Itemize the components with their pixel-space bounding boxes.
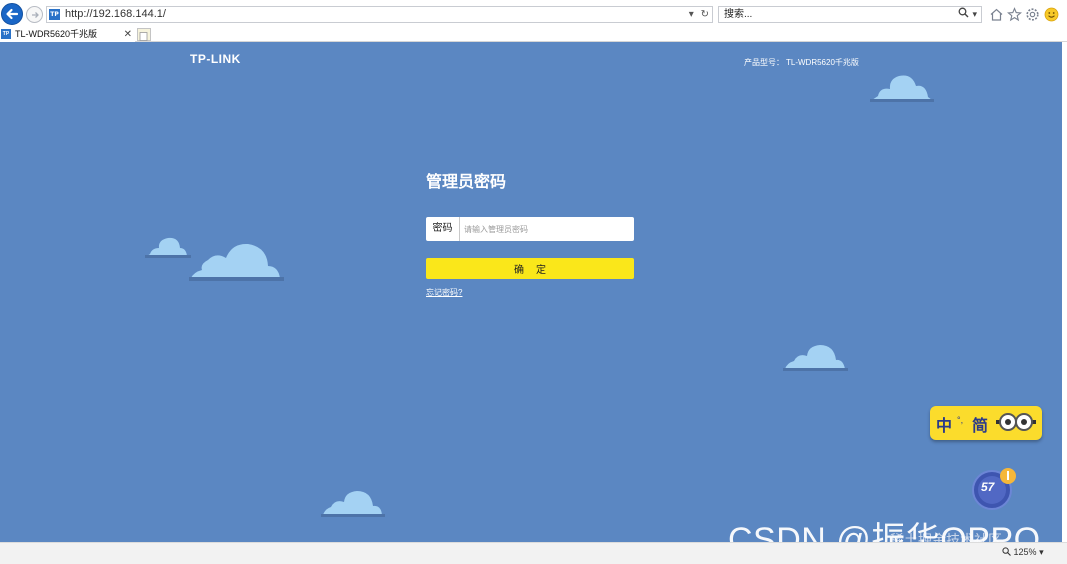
home-icon xyxy=(990,8,1003,21)
site-favicon-icon: TP xyxy=(49,9,60,20)
feedback-button[interactable] xyxy=(1043,6,1060,23)
url-text[interactable]: http://192.168.144.1/ xyxy=(65,7,166,22)
arrow-left-icon xyxy=(6,8,19,20)
ime-toolbar[interactable]: 中 °, 简 xyxy=(930,406,1042,440)
cloud-icon xyxy=(189,243,284,281)
refresh-icon[interactable]: ↻ xyxy=(701,9,709,20)
browser-toolbar: TP http://192.168.144.1/ ▾ ↻ 搜索... ▾ xyxy=(0,0,1067,28)
zoom-control[interactable]: 125% ▾ xyxy=(1002,547,1044,558)
csdn-watermark: CSDN @振华OPPO xyxy=(728,521,1041,542)
tab-close-icon[interactable]: ✕ xyxy=(124,28,132,41)
new-tab-icon xyxy=(139,32,148,41)
search-icon[interactable] xyxy=(958,7,969,18)
search-dropdown-icon[interactable]: ▾ xyxy=(972,9,977,19)
cloud-icon xyxy=(870,75,934,102)
page-title: 管理员密码 xyxy=(426,174,507,191)
new-tab-button[interactable] xyxy=(137,28,151,41)
password-label: 密码 xyxy=(426,217,460,241)
search-input[interactable]: 搜索... xyxy=(724,7,752,22)
home-button[interactable] xyxy=(988,6,1005,23)
speed-ball-icon xyxy=(972,468,1016,510)
address-bar[interactable]: TP http://192.168.144.1/ ▾ ↻ xyxy=(46,6,713,23)
smiley-icon xyxy=(1044,7,1059,22)
tab-favicon-icon: TP xyxy=(1,29,11,39)
tplink-logo: TP-LINK xyxy=(190,52,241,66)
search-controls[interactable]: ▾ xyxy=(958,7,977,22)
cloud-icon xyxy=(145,237,191,258)
confirm-button[interactable]: 确定 xyxy=(426,258,634,279)
ime-mascot-icon[interactable] xyxy=(996,411,1036,433)
status-bar: 125% ▾ xyxy=(0,542,1067,564)
router-login-page: TP-LINK 产品型号： TL-WDR5620千兆版 管理员密码 密码 确定 忘… xyxy=(0,42,1062,542)
zoom-dropdown-icon[interactable]: ▾ xyxy=(1039,547,1044,557)
tab-title: TL-WDR5620千兆版 xyxy=(15,29,98,39)
tab-router[interactable]: TP TL-WDR5620千兆版 ✕ xyxy=(0,28,135,42)
search-box[interactable]: 搜索... ▾ xyxy=(718,6,982,23)
ime-chinese-toggle[interactable]: 中 xyxy=(936,412,952,436)
login-form: 管理员密码 密码 确定 忘记密码? xyxy=(426,172,634,297)
gear-icon xyxy=(1026,8,1039,21)
forward-button[interactable] xyxy=(26,6,43,23)
back-button[interactable] xyxy=(1,3,23,25)
network-speed-widget[interactable]: 57 xyxy=(972,466,1018,512)
cloud-icon xyxy=(783,345,848,371)
product-model: 产品型号： TL-WDR5620千兆版 xyxy=(744,57,859,68)
ime-punctuation-icon[interactable]: °, xyxy=(957,415,963,425)
tab-bar: TP TL-WDR5620千兆版 ✕ xyxy=(0,28,1067,42)
password-row: 密码 xyxy=(426,217,634,241)
arrow-right-icon xyxy=(31,11,39,18)
star-icon xyxy=(1007,7,1022,22)
favorites-button[interactable] xyxy=(1006,6,1023,23)
settings-button[interactable] xyxy=(1024,6,1041,23)
forgot-password-link[interactable]: 忘记密码? xyxy=(426,287,462,298)
cloud-icon xyxy=(321,491,385,517)
model-label: 产品型号： xyxy=(744,58,784,67)
model-value: TL-WDR5620千兆版 xyxy=(786,58,859,67)
password-input[interactable] xyxy=(460,217,634,241)
ime-simplified-toggle[interactable]: 简 xyxy=(972,412,988,436)
speed-badge-value: 57 xyxy=(981,480,995,494)
zoom-icon xyxy=(1002,547,1011,556)
zoom-level: 125% xyxy=(1013,547,1037,557)
url-controls[interactable]: ▾ ↻ xyxy=(689,7,709,22)
dropdown-icon[interactable]: ▾ xyxy=(689,9,694,20)
